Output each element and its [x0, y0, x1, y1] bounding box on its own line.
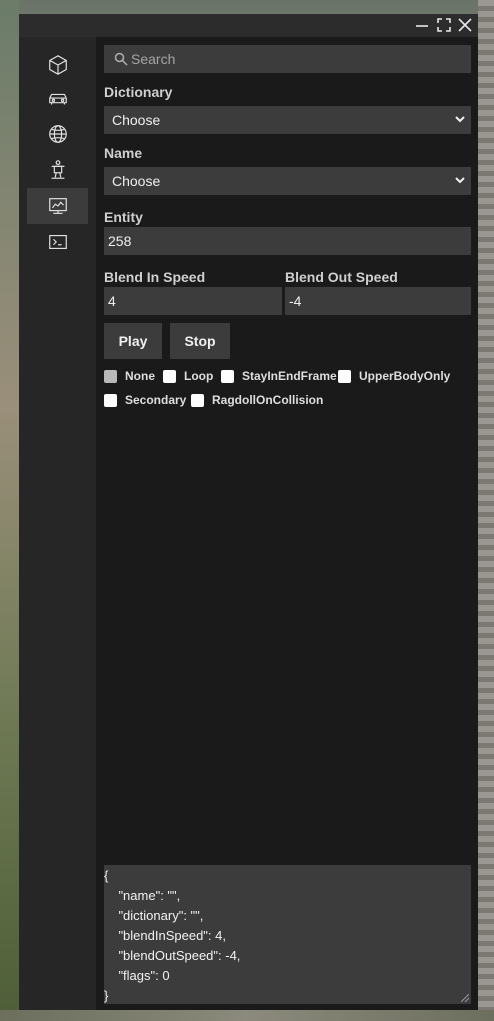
sidebar-item-console[interactable]	[27, 224, 88, 260]
car-icon	[48, 93, 67, 105]
name-select-value: Choose	[112, 173, 161, 189]
animation-window: Search Dictionary Choose Name Choose Ent…	[19, 14, 478, 1010]
entity-input[interactable]: 258	[104, 227, 471, 255]
flag-stayinendframe-checkbox[interactable]: StayInEndFrame	[221, 369, 337, 383]
checkbox-box[interactable]	[191, 393, 204, 407]
play-button[interactable]: Play	[104, 323, 162, 359]
window-titlebar[interactable]	[19, 14, 478, 37]
checkbox-box[interactable]	[163, 369, 176, 383]
close-icon[interactable]	[457, 17, 473, 33]
minimize-icon[interactable]	[414, 17, 430, 33]
chevron-down-icon	[455, 116, 465, 123]
dictionary-select[interactable]: Choose	[104, 106, 471, 134]
json-line: "blendInSpeed": 4,	[104, 928, 226, 943]
sidebar-item-world[interactable]	[27, 116, 88, 152]
json-line: "name": "",	[104, 888, 181, 903]
blend-out-input-value: -4	[289, 293, 302, 309]
animation-icon	[48, 198, 67, 214]
json-output-textarea[interactable]: { "name": "", "dictionary": "", "blendIn…	[104, 865, 471, 1004]
flag-loop-checkbox[interactable]: Loop	[163, 369, 213, 383]
blend-out-input[interactable]: -4	[285, 287, 471, 315]
game-background-right	[478, 0, 494, 1021]
flag-stayinendframe-label: StayInEndFrame	[242, 369, 337, 383]
resize-handle-icon[interactable]	[461, 994, 469, 1002]
json-line: {	[104, 868, 109, 883]
entity-input-value: 258	[108, 233, 132, 249]
game-background-bottom	[0, 1010, 494, 1021]
sidebar-item-peds[interactable]	[27, 152, 88, 188]
chevron-down-icon	[455, 177, 465, 184]
terminal-icon	[48, 234, 67, 250]
json-line: "blendOutSpeed": -4,	[104, 948, 241, 963]
sidebar-item-vehicles[interactable]	[27, 81, 88, 117]
flag-secondary-label: Secondary	[125, 393, 187, 407]
sidebar-item-animations[interactable]	[27, 188, 88, 224]
search-input[interactable]: Search	[104, 45, 471, 73]
sidebar	[19, 37, 96, 1010]
json-line: "flags": 0	[104, 968, 170, 983]
game-background-left	[0, 0, 19, 1021]
person-icon	[51, 160, 64, 179]
blend-in-label: Blend In Speed	[104, 269, 206, 285]
flag-none-checkbox[interactable]: None	[104, 369, 155, 383]
flag-loop-label: Loop	[184, 369, 214, 383]
dictionary-label: Dictionary	[104, 84, 173, 100]
flag-upperbodyonly-checkbox[interactable]: UpperBodyOnly	[338, 369, 450, 383]
checkbox-box[interactable]	[338, 369, 351, 383]
dictionary-select-value: Choose	[112, 112, 161, 128]
name-select[interactable]: Choose	[104, 167, 471, 195]
checkbox-box[interactable]	[104, 393, 117, 407]
sidebar-item-objects[interactable]	[27, 47, 88, 83]
animation-panel: Search Dictionary Choose Name Choose Ent…	[96, 37, 478, 1010]
cube-icon	[48, 55, 67, 75]
flag-ragdollcollision-checkbox[interactable]: RagdollOnCollision	[191, 393, 323, 407]
search-icon	[114, 52, 128, 66]
flag-secondary-checkbox[interactable]: Secondary	[104, 393, 186, 407]
flag-ragdollcollision-label: RagdollOnCollision	[212, 393, 324, 407]
flag-upperbodyonly-label: UpperBodyOnly	[359, 369, 451, 383]
entity-label: Entity	[104, 209, 143, 225]
blend-out-label: Blend Out Speed	[285, 269, 398, 285]
search-placeholder: Search	[131, 51, 176, 67]
json-line: }	[104, 988, 109, 1003]
globe-icon	[48, 125, 67, 143]
checkbox-box[interactable]	[221, 369, 234, 383]
checkbox-box[interactable]	[104, 369, 117, 383]
maximize-icon[interactable]	[436, 17, 452, 33]
name-label: Name	[104, 145, 143, 161]
blend-in-input[interactable]: 4	[104, 287, 282, 315]
json-line: "dictionary": "",	[104, 908, 204, 923]
flag-none-label: None	[125, 369, 155, 383]
blend-in-input-value: 4	[108, 293, 116, 309]
stop-button[interactable]: Stop	[170, 323, 230, 359]
